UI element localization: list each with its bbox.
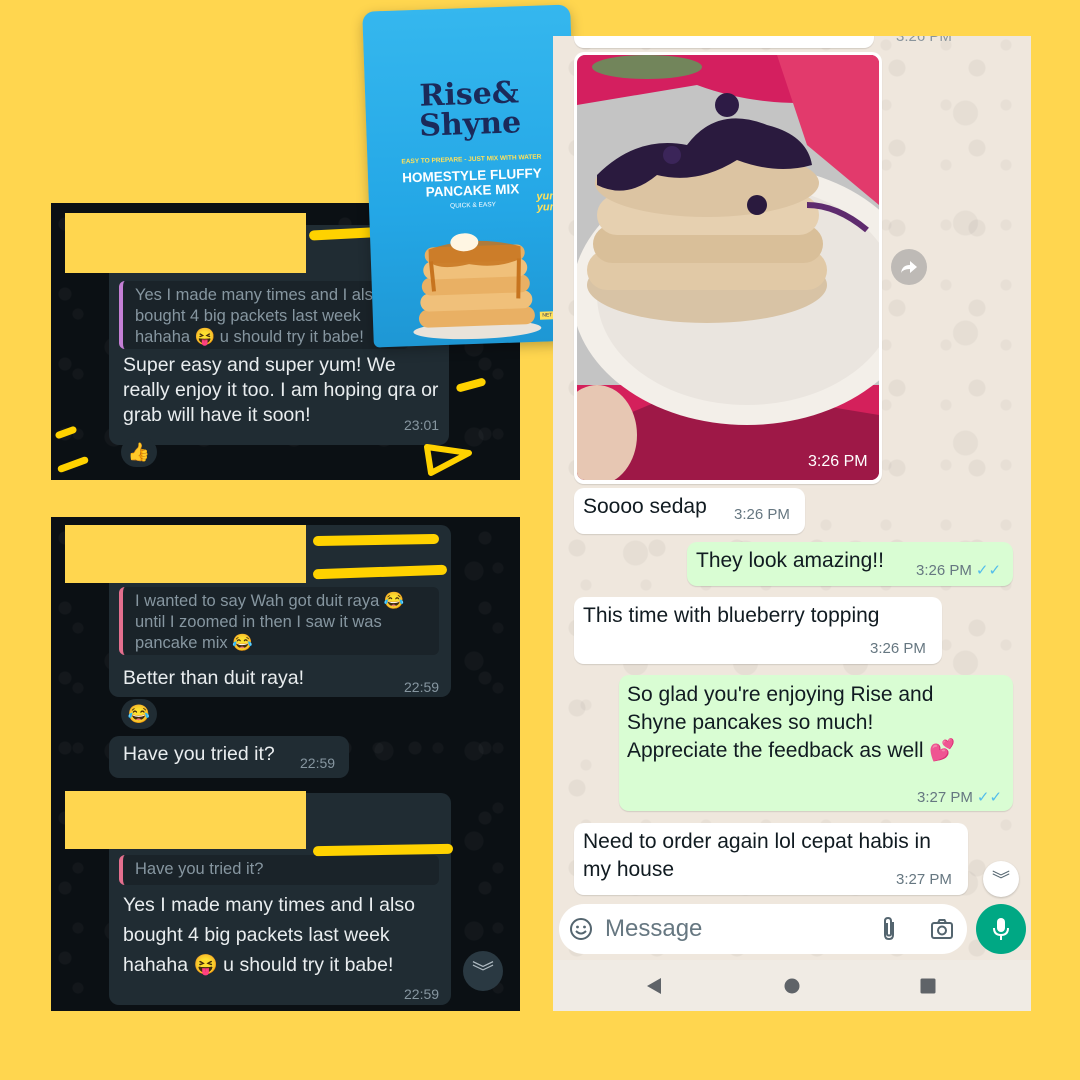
back-icon[interactable] <box>646 977 662 995</box>
message-bubble-partial <box>574 36 874 48</box>
message-text: Better than duit raya! <box>123 667 305 689</box>
product-name: HOMESTYLE FLUFFY PANCAKE MIX <box>402 165 542 200</box>
message-time: 3:26 PM ✓✓ <box>916 562 1002 579</box>
scroll-down-button[interactable]: ︾ <box>463 951 503 991</box>
message-time: 22:59 <box>404 679 440 695</box>
message-bubble-incoming[interactable]: This time with blueberry topping 3:26 PM <box>574 597 942 664</box>
message-text: Have you tried it? <box>123 743 275 765</box>
android-navigation-bar <box>553 960 1031 1011</box>
quoted-message[interactable]: Yes I made many times and I also bought … <box>119 281 409 349</box>
message-bubble-outgoing[interactable]: They look amazing!! 3:26 PM ✓✓ <box>687 542 1013 586</box>
message-input[interactable]: Message <box>605 915 702 943</box>
message-bubble-incoming[interactable]: Need to order again lol cepat habis in m… <box>574 823 968 895</box>
read-ticks-icon: ✓✓ <box>975 562 1002 579</box>
chevron-double-down-icon: ︾ <box>992 870 1010 890</box>
pancake-photo[interactable] <box>577 55 879 480</box>
product-brand: Rise& Shyne <box>418 75 522 144</box>
message-text: This time with blueberry topping <box>583 604 880 627</box>
message-time: 3:26 PM <box>734 506 790 523</box>
chevron-double-down-icon: ︾ <box>471 960 494 985</box>
doodle-mark <box>54 425 78 440</box>
message-time: 23:01 <box>404 417 440 433</box>
product-package-image: Rise& Shyne EASY TO PREPARE - JUST MIX W… <box>362 4 582 348</box>
attach-icon[interactable] <box>880 916 898 942</box>
emoji-icon[interactable] <box>569 917 593 941</box>
chat-screenshot-bottom: I wanted to say Wah got duit raya 😂 unti… <box>51 517 520 1011</box>
scroll-down-button[interactable]: ︾ <box>983 861 1019 897</box>
doodle-mark <box>56 455 90 474</box>
message-time: 3:27 PM <box>896 871 952 888</box>
forward-icon <box>901 261 917 273</box>
photo-message-bubble[interactable]: 3:26 PM <box>574 52 882 484</box>
mic-icon <box>993 918 1009 940</box>
voice-message-button[interactable] <box>976 904 1026 954</box>
message-time: 22:59 <box>300 755 336 771</box>
redacted-sender-name <box>65 791 306 849</box>
home-icon[interactable] <box>784 978 800 994</box>
message-text: They look amazing!! <box>696 549 884 572</box>
doodle-mark <box>455 377 487 393</box>
reaction-thumbs-up[interactable]: 👍 <box>121 437 157 467</box>
redacted-sender-name <box>65 525 306 583</box>
reaction-laugh[interactable]: 😂 <box>121 699 157 729</box>
message-time: 3:27 PM ✓✓ <box>917 789 1003 806</box>
read-ticks-icon: ✓✓ <box>976 789 1003 806</box>
whatsapp-chat-screenshot: 3:26 PM 3:26 PM Soooo sedap 3:26 PM They… <box>553 36 1031 1011</box>
quoted-message[interactable]: I wanted to say Wah got duit raya 😂 unti… <box>119 587 439 655</box>
message-text: Soooo sedap <box>583 495 707 518</box>
forward-button[interactable] <box>891 249 927 285</box>
message-time: 3:26 PM <box>896 36 952 45</box>
message-text: Super easy and super yum! We really enjo… <box>123 354 439 426</box>
message-bubble-incoming[interactable]: Soooo sedap 3:26 PM <box>574 488 805 534</box>
message-text: So glad you're enjoying Rise and Shyne p… <box>627 683 956 762</box>
pancake-stack-illustration <box>413 233 542 340</box>
recents-icon[interactable] <box>920 978 936 994</box>
quoted-message[interactable]: Have you tried it? <box>119 855 439 885</box>
photo-time: 3:26 PM <box>808 453 868 470</box>
message-input-bar[interactable]: Message <box>559 904 967 954</box>
redacted-sender-name <box>65 213 306 273</box>
message-text: Yes I made many times and I also bought … <box>123 894 415 976</box>
message-time: 22:59 <box>404 986 440 1002</box>
camera-icon[interactable] <box>930 918 954 940</box>
message-bubble-outgoing[interactable]: So glad you're enjoying Rise and Shyne p… <box>619 675 1013 811</box>
message-time: 3:26 PM <box>870 640 926 657</box>
doodle-arrow <box>424 444 472 476</box>
